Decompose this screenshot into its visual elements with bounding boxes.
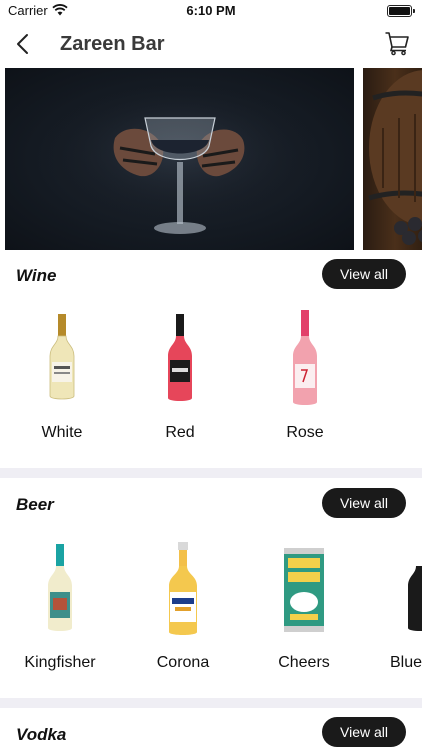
product-card[interactable]: Corona xyxy=(138,540,228,672)
battery-icon xyxy=(387,5,415,17)
section-vodka: Vodka View all xyxy=(0,708,422,750)
section-title: Wine xyxy=(16,266,57,285)
view-all-button[interactable]: View all xyxy=(322,488,406,518)
kingfisher-bottle-image xyxy=(48,544,72,631)
product-card[interactable]: Blue xyxy=(376,540,422,672)
view-all-button[interactable]: View all xyxy=(322,717,406,747)
product-name: Blue xyxy=(390,654,422,671)
status-time: 6:10 PM xyxy=(186,3,236,18)
section-beer: Beer View all Kingfisher Corona Cheers B… xyxy=(0,478,422,698)
white-wine-bottle-image xyxy=(49,314,75,400)
wine-glass-photo xyxy=(5,68,354,250)
product-card[interactable]: Rose xyxy=(260,310,350,442)
cheers-can-image xyxy=(284,548,324,632)
product-name: Cheers xyxy=(278,654,330,671)
cart-icon[interactable] xyxy=(384,30,410,56)
section-title: Beer xyxy=(16,495,54,514)
product-name: Corona xyxy=(156,654,210,671)
product-name: White xyxy=(41,424,83,441)
blue-bottle-image xyxy=(408,566,422,631)
banner-carousel[interactable] xyxy=(0,68,422,250)
section-wine: Wine View all White Red Rose xyxy=(0,250,422,468)
red-wine-bottle-image xyxy=(168,314,192,401)
nav-bar: Zareen Bar xyxy=(0,22,422,66)
product-card[interactable]: Kingfisher xyxy=(15,540,105,672)
section-divider xyxy=(0,698,422,708)
view-all-button[interactable]: View all xyxy=(322,259,406,289)
status-bar: Carrier 6:10 PM xyxy=(0,0,422,22)
barrel-banner[interactable] xyxy=(363,68,422,250)
wine-glass-banner[interactable] xyxy=(5,68,354,250)
product-name: Kingfisher xyxy=(24,654,96,671)
chevron-left-icon[interactable] xyxy=(14,32,32,56)
page-title: Zareen Bar xyxy=(60,33,165,55)
corona-bottle-image xyxy=(169,542,197,635)
section-divider xyxy=(0,468,422,478)
rose-wine-bottle-image xyxy=(293,310,317,405)
product-card[interactable]: White xyxy=(17,310,107,442)
product-card[interactable]: Cheers xyxy=(259,540,349,672)
product-card[interactable]: Red xyxy=(135,310,225,442)
section-title: Vodka xyxy=(16,725,67,744)
product-name: Rose xyxy=(286,424,324,441)
barrel-photo xyxy=(368,70,422,245)
product-name: Red xyxy=(165,424,195,441)
